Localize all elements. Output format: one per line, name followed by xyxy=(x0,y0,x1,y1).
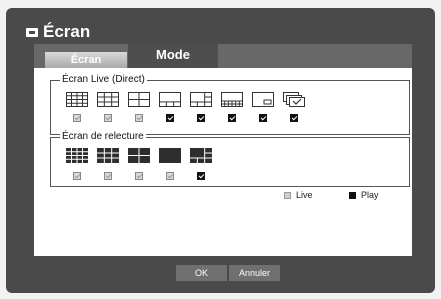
live-group-label: Écran Live (Direct) xyxy=(60,74,147,85)
live-layout-checkbox[interactable] xyxy=(104,114,112,122)
grid-2x2-layout-icon xyxy=(128,92,150,107)
one-plus-5-layout-icon xyxy=(190,148,212,163)
single-layout-icon xyxy=(159,148,181,163)
live-layout-checkbox[interactable] xyxy=(259,114,267,122)
one-plus-3-layout-icon xyxy=(159,92,181,107)
legend-play-label: Play xyxy=(361,190,379,200)
playback-layout-checkbox[interactable] xyxy=(166,172,174,180)
legend-live-label: Live xyxy=(296,190,313,200)
one-plus-5-layout-icon xyxy=(190,92,212,107)
playback-layout-checkbox[interactable] xyxy=(104,172,112,180)
monitor-icon xyxy=(26,28,38,37)
tab-mode[interactable]: Mode xyxy=(128,44,218,68)
live-layout-checkbox[interactable] xyxy=(135,114,143,122)
tab-ecran[interactable]: Écran xyxy=(45,52,127,68)
live-swatch xyxy=(284,192,291,199)
dialog-title: Écran xyxy=(43,22,91,41)
sequence-layout-icon xyxy=(283,92,305,107)
live-layout-checkbox[interactable] xyxy=(166,114,174,122)
live-layout-group xyxy=(50,80,410,135)
grid-4x4-layout-icon xyxy=(66,92,88,107)
playback-layout-checkbox[interactable] xyxy=(73,172,81,180)
live-layout-checkbox[interactable] xyxy=(228,114,236,122)
pip-layout-icon xyxy=(252,92,274,107)
play-swatch xyxy=(349,192,356,199)
one-plus-7-layout-icon xyxy=(221,92,243,107)
playback-layout-checkbox[interactable] xyxy=(197,172,205,180)
grid-4x4-layout-icon xyxy=(66,148,88,163)
grid-2x2-layout-icon xyxy=(128,148,150,163)
playback-layout-checkbox[interactable] xyxy=(135,172,143,180)
grid-3x3-layout-icon xyxy=(97,92,119,107)
cancel-button[interactable]: Annuler xyxy=(229,265,280,281)
live-layout-checkbox[interactable] xyxy=(290,114,298,122)
playback-group-label: Écran de relecture xyxy=(60,131,146,142)
ok-button[interactable]: OK xyxy=(176,265,227,281)
live-layout-checkbox[interactable] xyxy=(197,114,205,122)
grid-3x3-layout-icon xyxy=(97,148,119,163)
live-layout-checkbox[interactable] xyxy=(73,114,81,122)
